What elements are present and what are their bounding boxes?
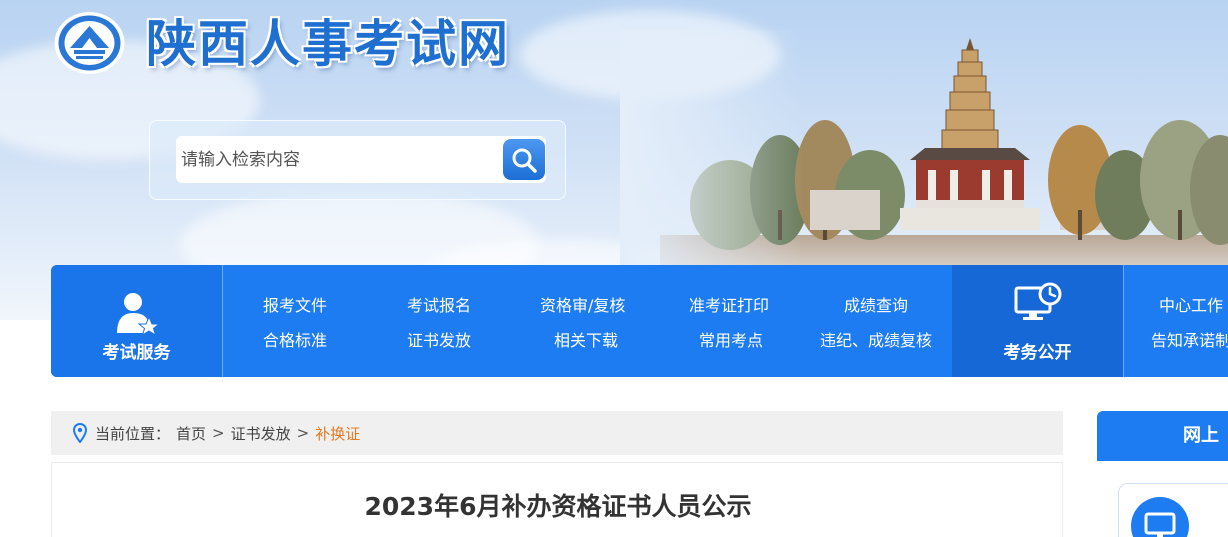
exam-service-label: 考试服务 xyxy=(102,343,171,363)
nav-link-kaoshi-baoming[interactable]: 考试报名 xyxy=(407,292,471,316)
nav-link-zhongxin-gongzuo[interactable]: 中心工作 xyxy=(1159,292,1223,316)
search-box xyxy=(176,136,546,183)
nav-link-zige-shen[interactable]: 资格审/复核 xyxy=(540,292,625,316)
pagoda-scenery-image xyxy=(620,30,1228,268)
sidebar-header: 网上 xyxy=(1097,411,1228,461)
page-root: 陕西人事考试网 请输入检索内容 考试服务 报考文件 考试报名 资格审/复核 准考… xyxy=(0,0,1228,537)
exam-public-label: 考务公开 xyxy=(1003,343,1072,363)
breadcrumb-prefix: 当前位置： xyxy=(95,424,171,443)
nav-link-zhunkaozheng[interactable]: 准考证打印 xyxy=(689,292,769,316)
nav-link-baokao-wenjian[interactable]: 报考文件 xyxy=(263,292,327,316)
location-pin-icon xyxy=(73,423,87,443)
site-title: 陕西人事考试网 xyxy=(146,15,510,73)
user-service-icon xyxy=(117,293,159,335)
exam-public-panel[interactable]: 考务公开 xyxy=(952,265,1123,377)
search-button[interactable] xyxy=(503,139,545,180)
nav-divider xyxy=(222,265,223,377)
nav-link-weiji-fuhe[interactable]: 违纪、成绩复核 xyxy=(820,327,932,351)
nav-link-chengji-chaxun[interactable]: 成绩查询 xyxy=(844,292,908,316)
article-panel: 2023年6月补办资格证书人员公示 xyxy=(51,462,1063,537)
logo-emblem-icon xyxy=(54,12,125,74)
nav-link-hege-biaozhun[interactable]: 合格标准 xyxy=(263,327,327,351)
monitor-icon xyxy=(1144,512,1176,537)
search-input[interactable] xyxy=(176,136,496,183)
breadcrumb-current: 补换证 xyxy=(315,424,361,443)
breadcrumb-separator: > xyxy=(296,424,310,442)
main-nav: 考试服务 报考文件 考试报名 资格审/复核 准考证打印 成绩查询 合格标准 证书… xyxy=(51,265,1228,377)
breadcrumb: 当前位置： 首页 > 证书发放 > 补换证 xyxy=(51,411,1063,455)
article-title: 2023年6月补办资格证书人员公示 xyxy=(364,492,752,521)
nav-link-gaozhi-chengnuo[interactable]: 告知承诺制 xyxy=(1151,327,1228,351)
monitor-clock-icon xyxy=(1014,282,1062,320)
exam-service-panel[interactable]: 考试服务 xyxy=(51,265,222,377)
nav-link-zhengshu-fafang[interactable]: 证书发放 xyxy=(407,327,471,351)
breadcrumb-home-link[interactable]: 首页 xyxy=(176,423,206,444)
nav-divider xyxy=(1123,265,1124,377)
search-icon xyxy=(512,148,537,173)
nav-link-changyong-kaodian[interactable]: 常用考点 xyxy=(699,327,763,351)
nav-link-xiangguan-xiazai[interactable]: 相关下载 xyxy=(554,327,618,351)
breadcrumb-certificate-link[interactable]: 证书发放 xyxy=(231,423,291,444)
breadcrumb-separator: > xyxy=(212,424,225,442)
